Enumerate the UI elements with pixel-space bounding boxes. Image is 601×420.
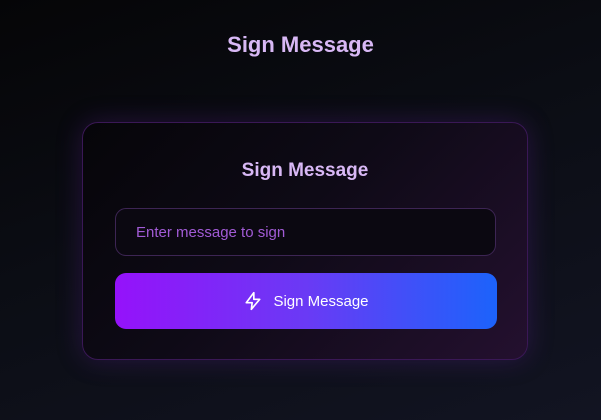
sign-message-card: Sign Message Sign Message [82,122,528,360]
page-title: Sign Message [227,32,374,57]
sign-message-button[interactable]: Sign Message [115,273,497,329]
bolt-icon [243,291,263,311]
message-input[interactable] [115,208,496,256]
sign-message-button-label: Sign Message [273,292,369,310]
card-title: Sign Message [241,160,369,181]
